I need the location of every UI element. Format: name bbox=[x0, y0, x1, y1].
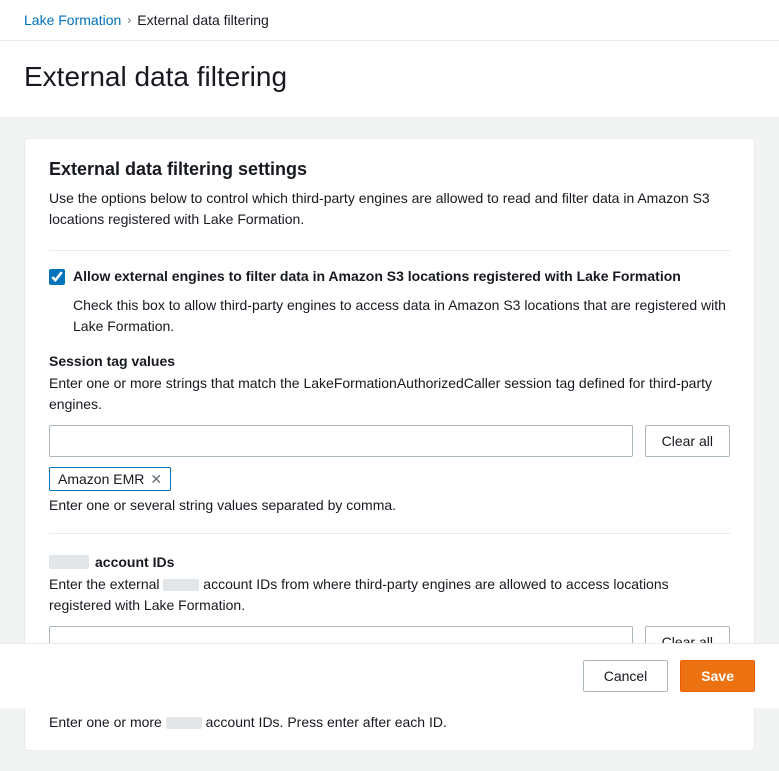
page-header: External data filtering bbox=[0, 41, 779, 118]
session-tags-list: Amazon EMR ✕ bbox=[49, 467, 730, 491]
account-ids-blurred-badge bbox=[49, 555, 89, 569]
page-title: External data filtering bbox=[24, 61, 755, 93]
allow-external-engines-label: Allow external engines to filter data in… bbox=[73, 267, 681, 287]
tag-item-remove-button[interactable]: ✕ bbox=[150, 472, 162, 486]
breadcrumb-separator: › bbox=[127, 13, 131, 27]
account-ids-section-label: account IDs bbox=[95, 554, 174, 570]
divider-1 bbox=[49, 250, 730, 251]
footer-bar: Cancel Save bbox=[0, 643, 779, 708]
save-button[interactable]: Save bbox=[680, 660, 755, 692]
session-tags-helper-text: Enter one or several string values separ… bbox=[49, 497, 730, 513]
breadcrumb-current: External data filtering bbox=[137, 12, 269, 28]
session-tags-sublabel: Enter one or more strings that match the… bbox=[49, 373, 730, 415]
allow-external-engines-desc: Check this box to allow third-party engi… bbox=[73, 295, 730, 337]
allow-external-engines-checkbox[interactable] bbox=[49, 269, 65, 285]
session-tags-clear-all-button[interactable]: Clear all bbox=[645, 425, 730, 457]
session-tags-section: Session tag values Enter one or more str… bbox=[49, 353, 730, 513]
divider-2 bbox=[49, 533, 730, 534]
account-ids-desc-badge bbox=[163, 579, 199, 591]
session-tags-input-row: Clear all bbox=[49, 425, 730, 457]
account-ids-helper-badge bbox=[166, 717, 202, 729]
allow-external-engines-row: Allow external engines to filter data in… bbox=[49, 267, 730, 287]
cancel-button[interactable]: Cancel bbox=[583, 660, 669, 692]
session-tags-input[interactable] bbox=[49, 425, 633, 457]
account-ids-helper-text: Enter one or more account IDs. Press ent… bbox=[49, 714, 730, 730]
tag-item-amazon-emr: Amazon EMR ✕ bbox=[49, 467, 171, 491]
settings-card-title: External data filtering settings bbox=[49, 159, 730, 180]
account-ids-desc: Enter the external account IDs from wher… bbox=[49, 574, 730, 616]
session-tags-label: Session tag values bbox=[49, 353, 730, 369]
tag-item-label: Amazon EMR bbox=[58, 471, 144, 487]
breadcrumb-parent-link[interactable]: Lake Formation bbox=[24, 12, 121, 28]
settings-card-description: Use the options below to control which t… bbox=[49, 188, 730, 230]
account-ids-header: account IDs bbox=[49, 554, 730, 570]
breadcrumb-bar: Lake Formation › External data filtering bbox=[0, 0, 779, 41]
